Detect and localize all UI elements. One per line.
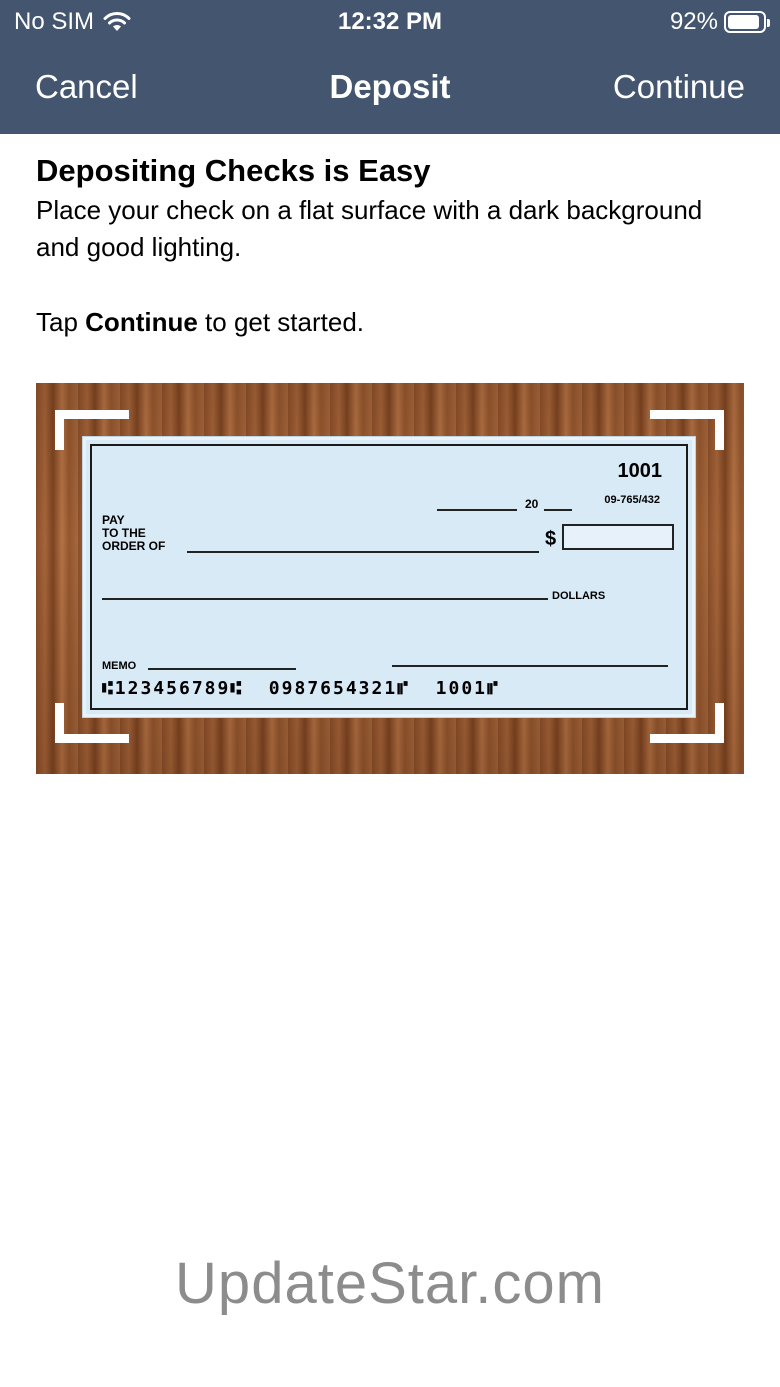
date-year-line bbox=[544, 509, 572, 511]
battery-icon bbox=[724, 11, 770, 33]
watermark: UpdateStar.com bbox=[175, 1251, 605, 1316]
sample-check: 1001 09-765/432 20 PAY TO THE ORDER OF $… bbox=[83, 437, 695, 717]
check-illustration: 1001 09-765/432 20 PAY TO THE ORDER OF $… bbox=[36, 383, 744, 774]
signature-line bbox=[392, 665, 668, 667]
top-bar: No SIM 12:32 PM 92% Cancel Deposit Conti… bbox=[0, 0, 780, 134]
continue-button[interactable]: Continue bbox=[613, 68, 745, 106]
status-bar: No SIM 12:32 PM 92% bbox=[0, 0, 780, 44]
payee-line bbox=[187, 551, 539, 553]
dollar-sign: $ bbox=[545, 528, 557, 550]
tap-instruction: Tap Continue to get started. bbox=[36, 304, 744, 341]
pay-to-label: PAY TO THE ORDER OF bbox=[102, 513, 166, 553]
status-time: 12:32 PM bbox=[337, 8, 443, 35]
micr-line: ⑆123456789⑆ 0987654321⑈ 1001⑈ bbox=[102, 678, 500, 699]
tap-prefix: Tap bbox=[36, 307, 86, 337]
check-number: 1001 bbox=[617, 460, 663, 482]
memo-line bbox=[148, 668, 296, 670]
battery-fill bbox=[728, 15, 760, 29]
dollars-label: DOLLARS bbox=[552, 590, 606, 602]
check-routing-fraction: 09-765/432 bbox=[604, 494, 660, 506]
date-line bbox=[437, 509, 517, 511]
check-border: 1001 09-765/432 20 PAY TO THE ORDER OF $… bbox=[90, 444, 688, 710]
amount-box bbox=[562, 524, 674, 550]
memo-label: MEMO bbox=[102, 660, 137, 672]
navigation-bar: Cancel Deposit Continue bbox=[0, 62, 780, 114]
amount-words-line bbox=[102, 598, 548, 600]
battery-percent: 92% bbox=[669, 8, 718, 35]
tap-suffix: to get started. bbox=[197, 307, 365, 337]
intro-body: Place your check on a flat surface with … bbox=[36, 195, 703, 262]
intro-heading: Depositing Checks is Easy bbox=[36, 153, 431, 188]
intro-section: Depositing Checks is Easy Place your che… bbox=[36, 150, 744, 341]
tap-continue-bold: Continue bbox=[85, 307, 198, 337]
battery-group: 92% bbox=[669, 8, 770, 36]
date-year-label: 20 bbox=[525, 497, 539, 511]
